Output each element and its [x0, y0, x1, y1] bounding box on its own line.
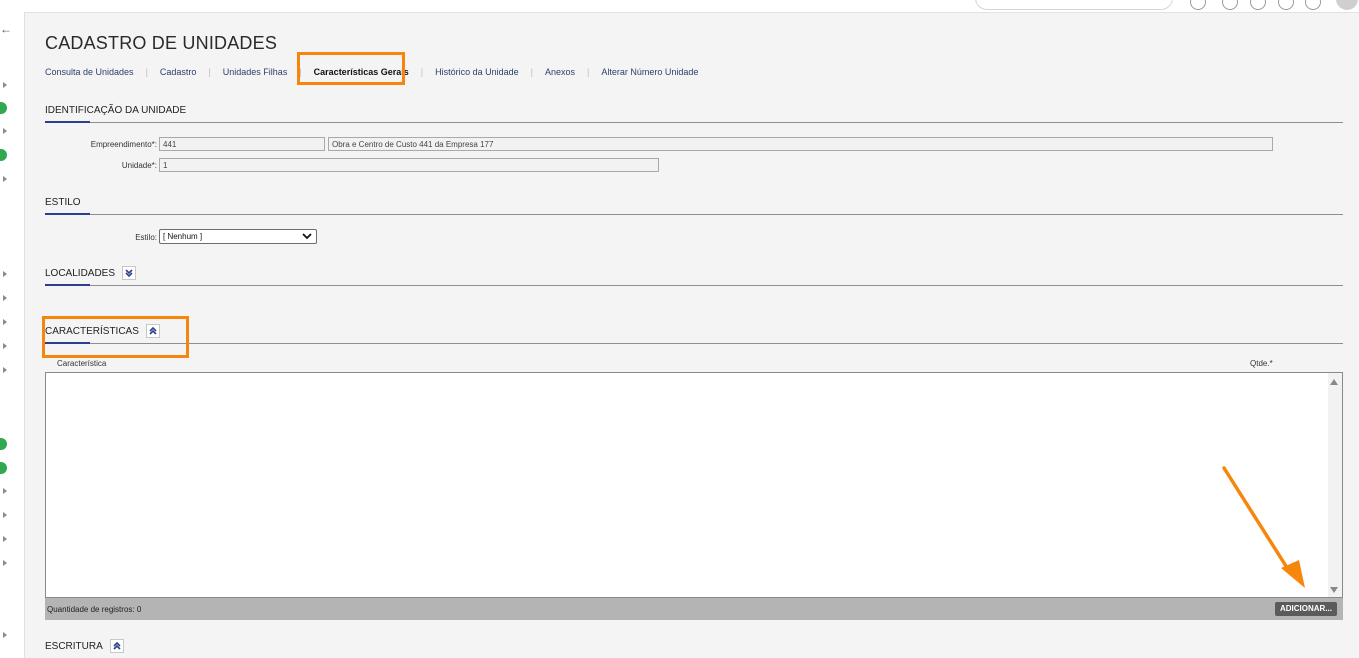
section-title-text: LOCALIDADES	[45, 267, 116, 279]
expand-chevron-icon[interactable]	[3, 271, 7, 277]
section-title-text: IDENTIFICAÇÃO DA UNIDADE	[45, 105, 187, 116]
section-title-text: ESCRITURA	[45, 640, 103, 652]
left-sidebar: ←	[0, 12, 25, 658]
expand-chevron-icon[interactable]	[3, 295, 7, 301]
expand-chevron-icon[interactable]	[3, 367, 7, 373]
section-title-text: ESTILO	[45, 197, 81, 208]
section-divider	[45, 214, 1343, 215]
record-count: Quantidade de registros: 0	[47, 605, 142, 614]
expand-chevron-icon[interactable]	[3, 488, 7, 494]
back-arrow-icon[interactable]: ←	[0, 22, 12, 36]
grid-footer: Quantidade de registros: 0 ADICIONAR...	[45, 598, 1343, 620]
column-header-caracteristica[interactable]: Característica	[57, 359, 106, 368]
apps-icon[interactable]	[1305, 0, 1321, 10]
expand-chevron-icon[interactable]	[3, 128, 7, 134]
scroll-up-arrow-icon[interactable]	[1330, 379, 1338, 385]
section-divider	[45, 343, 1343, 344]
section-underline	[45, 284, 90, 286]
avatar[interactable]	[1336, 0, 1358, 10]
double-chevron-up-icon	[113, 641, 121, 650]
status-dot-icon	[0, 149, 7, 161]
empreendimento-desc-field: Obra e Centro de Custo 441 da Empresa 17…	[328, 137, 1273, 151]
tab-highlight-box	[297, 52, 405, 85]
section-underline	[45, 213, 90, 215]
add-button[interactable]: ADICIONAR...	[1275, 602, 1337, 616]
expand-chevron-icon[interactable]	[3, 560, 7, 566]
section-title-localidades: LOCALIDADES	[45, 266, 137, 280]
status-dot-icon	[0, 462, 7, 474]
grid-scrollbar[interactable]	[1328, 373, 1342, 597]
empreendimento-code-field: 441	[159, 137, 325, 151]
status-dot-icon	[0, 102, 7, 114]
page-title: CADASTRO DE UNIDADES	[45, 33, 278, 53]
tab-cadastro[interactable]: Cadastro	[160, 67, 197, 77]
section-title-identificacao: IDENTIFICAÇÃO DA UNIDADE	[45, 105, 186, 116]
unidade-label: Unidade*:	[121, 161, 157, 170]
tab-unidades-filhas[interactable]: Unidades Filhas	[223, 67, 288, 77]
toolbar-icon[interactable]	[1250, 0, 1266, 10]
section-divider	[45, 122, 1343, 123]
section-title-escritura: ESCRITURA	[45, 639, 124, 653]
grid-header: Característica Qtde.*	[45, 358, 1343, 372]
expand-localidades-button[interactable]	[122, 266, 137, 280]
tab-separator: |	[587, 67, 590, 77]
main-content: CADASTRO DE UNIDADES Consulta de Unidade…	[25, 12, 1359, 658]
tab-consulta-unidades[interactable]: Consulta de Unidades	[45, 67, 134, 77]
tab-separator: |	[420, 67, 424, 77]
expand-chevron-icon[interactable]	[3, 632, 7, 638]
toolbar-icon[interactable]	[1190, 0, 1206, 10]
column-header-qtde[interactable]: Qtde.*	[1250, 359, 1273, 368]
estilo-select-value: [ Nenhum ]	[163, 232, 203, 241]
tab-anexos[interactable]: Anexos	[545, 67, 575, 77]
section-title-estilo: ESTILO	[45, 197, 81, 208]
scroll-down-arrow-icon[interactable]	[1330, 587, 1338, 593]
caracteristicas-highlight-box	[42, 316, 189, 358]
double-chevron-down-icon	[125, 269, 133, 278]
search-pill[interactable]	[975, 0, 1173, 10]
expand-chevron-icon[interactable]	[3, 319, 7, 325]
collapse-escritura-button[interactable]	[109, 639, 124, 653]
tab-historico-unidade[interactable]: Histórico da Unidade	[435, 67, 519, 77]
expand-chevron-icon[interactable]	[3, 536, 7, 542]
toolbar-icon[interactable]	[1222, 0, 1238, 10]
expand-chevron-icon[interactable]	[3, 343, 7, 349]
empreendimento-label: Empreendimento*:	[90, 140, 157, 149]
tab-separator: |	[145, 67, 148, 77]
estilo-label: Estilo:	[135, 233, 157, 242]
section-divider	[45, 285, 1343, 286]
help-icon[interactable]	[1278, 0, 1294, 10]
expand-chevron-icon[interactable]	[3, 512, 7, 518]
unidade-field: 1	[159, 158, 659, 172]
section-underline	[45, 121, 90, 123]
chevron-down-icon	[302, 232, 312, 242]
expand-chevron-icon[interactable]	[3, 176, 7, 182]
estilo-select[interactable]: [ Nenhum ]	[159, 229, 317, 244]
tab-alterar-numero-unidade[interactable]: Alterar Número Unidade	[601, 67, 698, 77]
annotation-arrow-icon	[1222, 466, 1305, 588]
expand-chevron-icon[interactable]	[3, 82, 7, 88]
caracteristicas-grid	[45, 372, 1343, 598]
tab-separator: |	[208, 67, 211, 77]
tab-separator: |	[530, 67, 533, 77]
status-dot-icon	[0, 438, 7, 450]
